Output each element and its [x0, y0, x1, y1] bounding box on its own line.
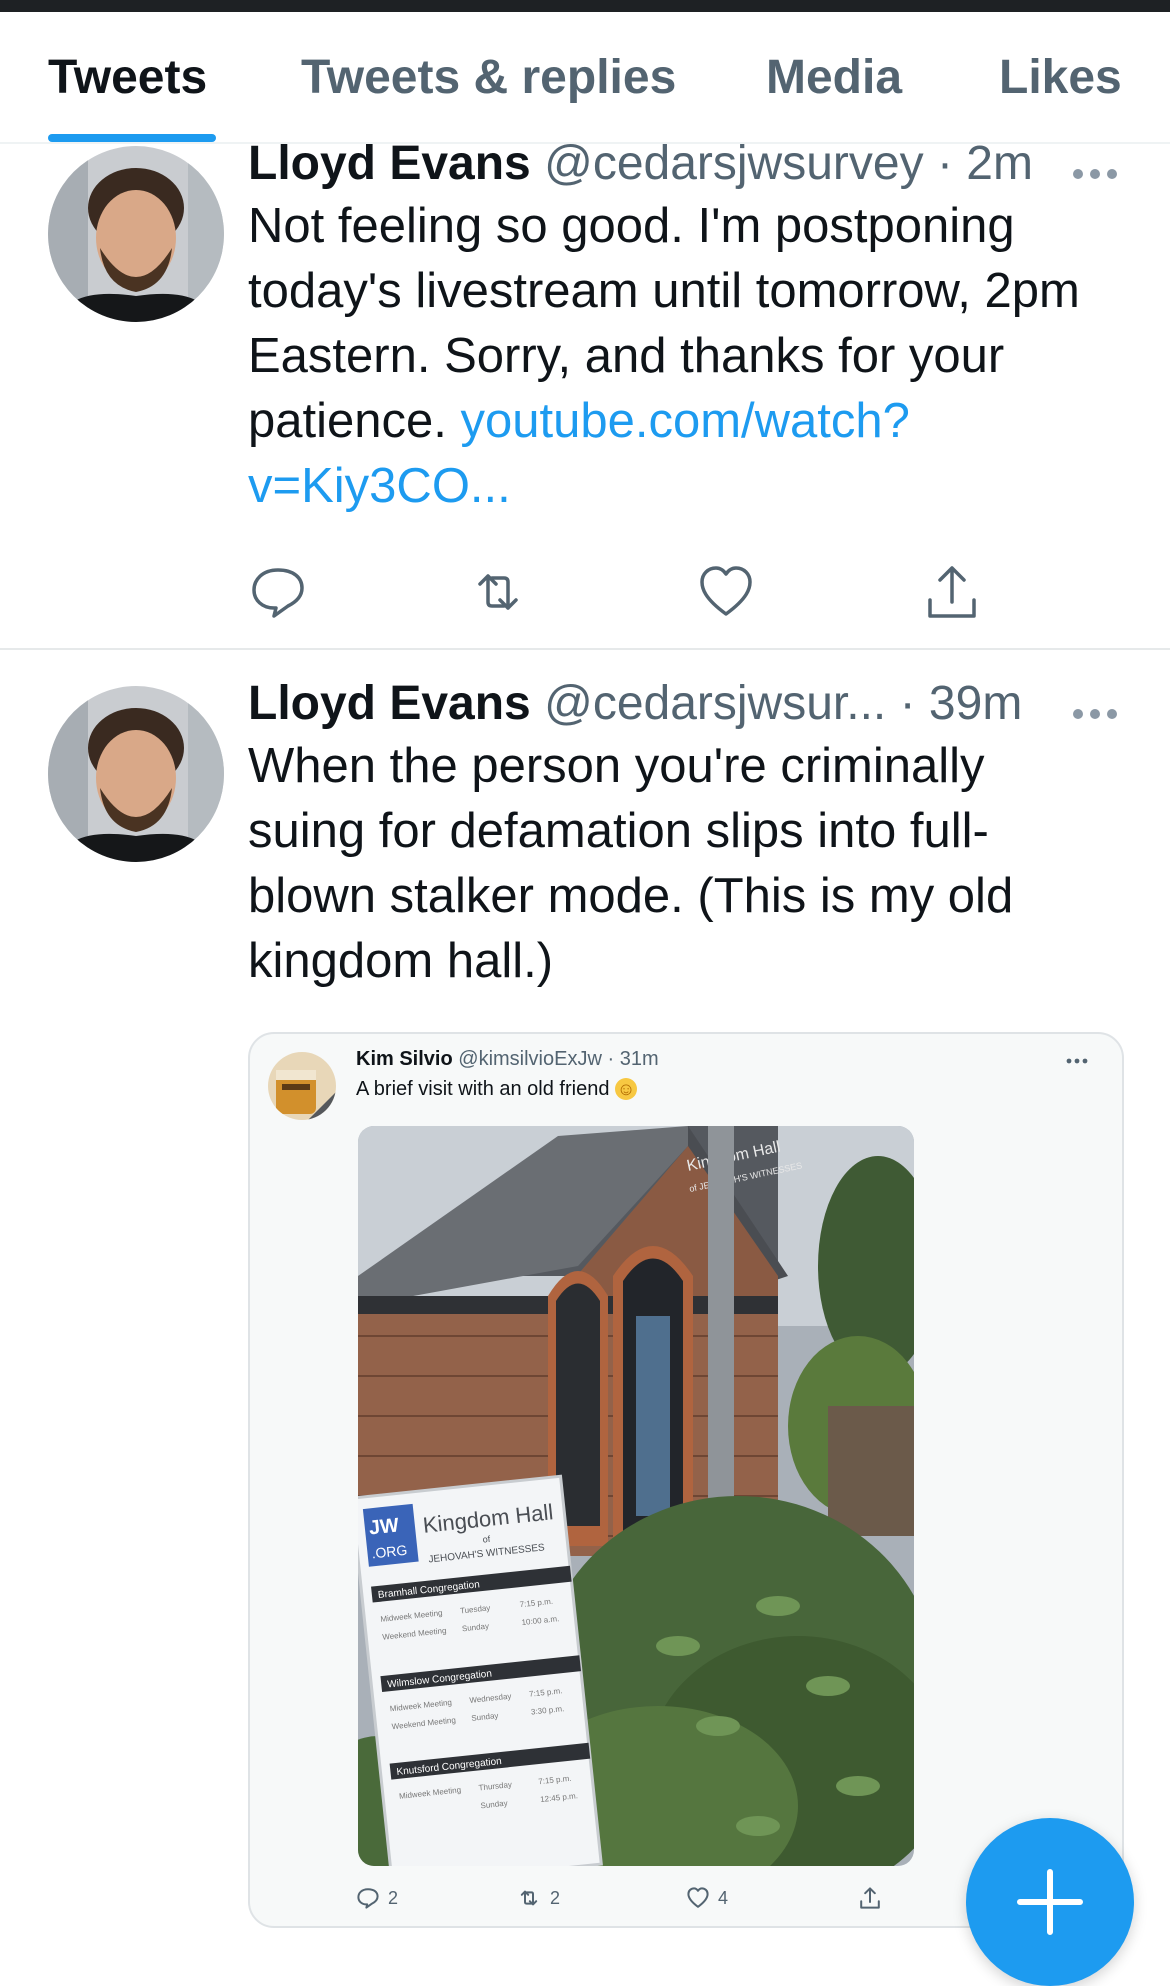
jw-logo-top: JW — [368, 1514, 400, 1539]
tab-tweets-and-replies[interactable]: Tweets & replies — [301, 50, 676, 105]
quoted-author-name[interactable]: Kim Silvio — [356, 1048, 453, 1070]
quoted-header: Kim Silvio @kimsilvioExJw · 31m — [356, 1048, 659, 1071]
share-icon[interactable] — [922, 562, 982, 622]
quoted-avatar[interactable] — [268, 1052, 336, 1120]
tab-likes[interactable]: Likes — [999, 50, 1122, 105]
photo-image: Kingdom Hall of JEHOVAH'S WITNESSES JW .… — [358, 1126, 914, 1866]
tweet-text: Not feeling so good. I'm postponing toda… — [248, 194, 1108, 519]
quoted-tweet-card[interactable]: Kim Silvio @kimsilvioExJw · 31m A brief … — [248, 1032, 1124, 1928]
reply-icon[interactable] — [248, 562, 308, 622]
tweet-time[interactable]: · 39m — [900, 677, 1023, 730]
tweet-divider — [0, 648, 1170, 650]
tab-media[interactable]: Media — [766, 50, 902, 105]
quoted-retweet-button[interactable]: 2 — [516, 1886, 560, 1916]
tweet-header: Lloyd Evans @cedarsjwsur... · 39m — [248, 676, 1022, 731]
user-avatar-photo — [268, 1052, 336, 1120]
like-icon — [687, 1887, 709, 1908]
status-bar — [0, 0, 1170, 12]
retweet-icon — [520, 1890, 538, 1906]
avatar[interactable] — [48, 686, 224, 862]
quoted-more-icon[interactable] — [1066, 1058, 1088, 1064]
profile-tabs: Tweets Tweets & replies Media Likes — [0, 12, 1170, 144]
quoted-share-button[interactable] — [858, 1886, 882, 1916]
like-icon[interactable] — [696, 562, 756, 622]
like-count: 4 — [718, 1887, 729, 1908]
avatar[interactable] — [48, 146, 224, 322]
user-avatar-photo — [48, 686, 224, 862]
user-avatar-photo — [48, 146, 224, 322]
tweet-actions — [248, 562, 1068, 622]
quoted-author-handle[interactable]: @kimsilvioExJw — [458, 1048, 602, 1070]
reply-count: 2 — [388, 1887, 399, 1908]
author-handle[interactable]: @cedarsjwsurvey — [544, 137, 924, 190]
tab-tweets[interactable]: Tweets — [48, 50, 207, 105]
more-icon[interactable] — [1072, 168, 1118, 180]
tweet-text: When the person you're criminally suing … — [248, 739, 1014, 988]
tweet-time[interactable]: · 2m — [937, 137, 1033, 190]
reply-icon — [357, 1888, 379, 1909]
quoted-tweet-actions: 2 2 4 — [356, 1886, 996, 1916]
kingdom-hall-photo[interactable]: Kingdom Hall of JEHOVAH'S WITNESSES JW .… — [358, 1126, 914, 1866]
author-name[interactable]: Lloyd Evans — [248, 137, 531, 190]
smiling-face-emoji: ☺ — [615, 1078, 638, 1100]
plus-icon — [1017, 1869, 1083, 1935]
share-icon — [860, 1887, 880, 1909]
quoted-reply-button[interactable]: 2 — [356, 1886, 398, 1916]
quoted-tweet-text: A brief visit with an old friend ☺ — [356, 1078, 638, 1101]
quoted-like-button[interactable]: 4 — [686, 1886, 728, 1916]
quoted-tweet-time[interactable]: · 31m — [607, 1048, 658, 1070]
compose-tweet-button[interactable] — [966, 1818, 1134, 1986]
retweet-icon[interactable] — [468, 562, 528, 622]
tweet-header: Lloyd Evans @cedarsjwsurvey · 2m — [248, 136, 1033, 191]
more-icon[interactable] — [1072, 708, 1118, 720]
author-handle[interactable]: @cedarsjwsur... — [544, 677, 886, 730]
quoted-text-content: A brief visit with an old friend — [356, 1078, 610, 1100]
retweet-count: 2 — [550, 1887, 561, 1908]
active-tab-indicator — [48, 134, 216, 142]
author-name[interactable]: Lloyd Evans — [248, 677, 531, 730]
